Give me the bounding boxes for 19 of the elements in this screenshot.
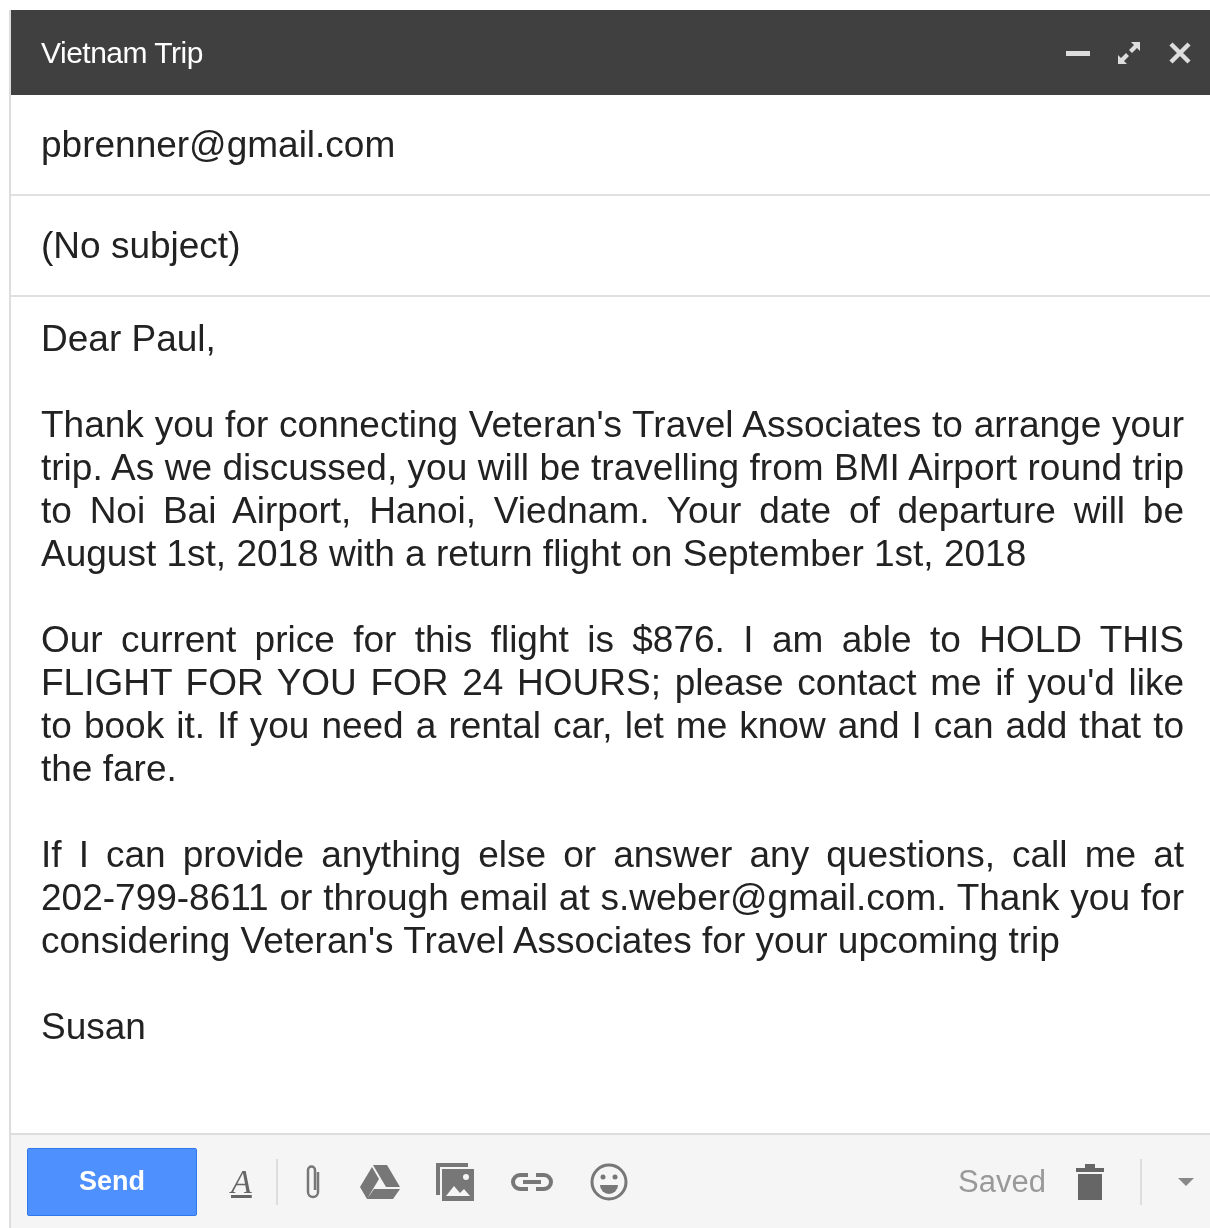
saved-status: Saved xyxy=(958,1163,1046,1200)
minimize-icon[interactable] xyxy=(1066,48,1090,57)
body-paragraph: Thank you for connecting Veteran's Travel Associates to arrange your trip. As we discussed, you will be travelling from BMI Airport round trip to Noi Bai Airport, Hanoi, Viednam. Your date of departure will be August 1st, 2018 with a return flight on September 1st, 2018 xyxy=(41,403,1184,575)
drive-icon[interactable] xyxy=(359,1164,400,1199)
subject-field[interactable]: (No subject) xyxy=(11,196,1210,297)
trash-icon[interactable] xyxy=(1076,1163,1104,1200)
link-icon[interactable] xyxy=(509,1171,554,1192)
dropdown-icon[interactable] xyxy=(1178,1177,1194,1186)
close-icon[interactable] xyxy=(1168,40,1192,65)
body-paragraph: Dear Paul, xyxy=(41,317,217,360)
window-title: Vietnam Trip xyxy=(41,35,204,70)
image-icon[interactable] xyxy=(435,1162,474,1201)
body-paragraph: Susan xyxy=(41,1005,147,1048)
emoji-icon[interactable] xyxy=(589,1162,628,1201)
body-paragraph: Our current price for this flight is $876. I am able to HOLD THIS FLIGHT FOR YOU FOR 24 HOURS; please contact me if you'd like to book it. If you need a rental car, let me know and I can add that to the fare. xyxy=(41,618,1184,790)
formatting-button[interactable]: A xyxy=(231,1162,252,1201)
recipient-field[interactable]: pbrenner@gmail.com xyxy=(11,95,1210,196)
expand-icon[interactable] xyxy=(1116,39,1142,66)
body-paragraph: If I can provide anything else or answer any questions, call me at 202-799-8611 or through email at s.weber@gmail.com. Thank you for considering Veteran's Travel Associates for your upcoming trip xyxy=(41,833,1184,962)
